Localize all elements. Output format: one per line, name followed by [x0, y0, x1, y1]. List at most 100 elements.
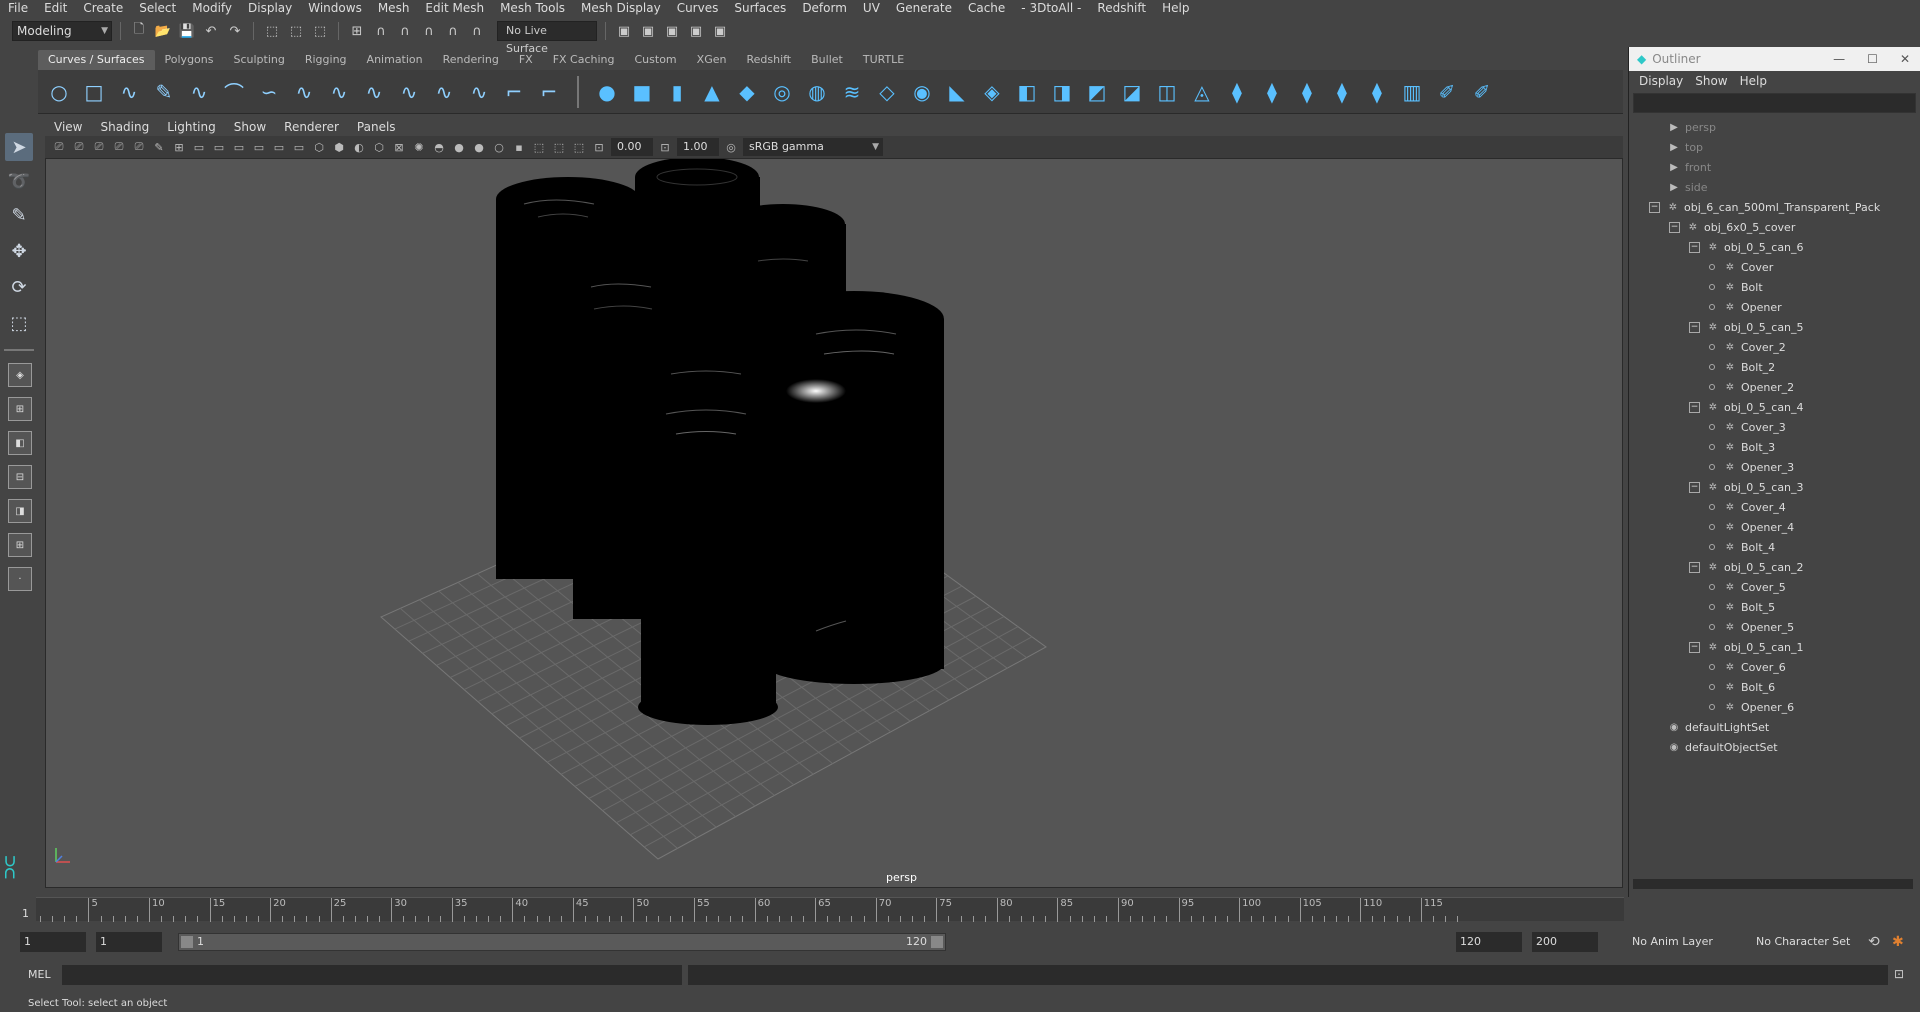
outliner-item[interactable]: ✲ Cover_3	[1629, 417, 1920, 437]
undo-icon[interactable]: ↶	[201, 21, 221, 41]
outliner-menu-show[interactable]: Show	[1689, 74, 1733, 88]
anim-layer-dropdown[interactable]: No Anim Layer	[1628, 932, 1738, 952]
boundary-icon[interactable]: ◈	[979, 79, 1005, 105]
motion-blur-icon[interactable]: ●	[471, 139, 487, 155]
nurbs-torus-icon[interactable]: ◎	[769, 79, 795, 105]
shelf-tab-animation[interactable]: Animation	[357, 50, 433, 70]
snap-point-icon[interactable]: ∩	[395, 21, 415, 41]
intersect-icon[interactable]: ◫	[1154, 79, 1180, 105]
outliner-item[interactable]: ▶ top	[1629, 137, 1920, 157]
planar-icon[interactable]: ◇	[874, 79, 900, 105]
render-current-icon[interactable]: ▣	[638, 21, 658, 41]
render-view-icon[interactable]: ▣	[686, 21, 706, 41]
nurbs-cone-icon[interactable]: ▲	[699, 79, 725, 105]
shelf-tab-polygons[interactable]: Polygons	[155, 50, 224, 70]
render-settings-icon[interactable]: ▣	[614, 21, 634, 41]
outliner-item[interactable]: ✲ Opener_6	[1629, 697, 1920, 717]
menu-edit-mesh[interactable]: Edit Mesh	[417, 0, 492, 17]
gate-mask-icon[interactable]: ▭	[231, 139, 247, 155]
nurbs-square-icon[interactable]: □	[81, 79, 107, 105]
collapse-icon[interactable]: −	[1689, 481, 1700, 493]
menu-cache[interactable]: Cache	[960, 0, 1013, 17]
film-gate-icon[interactable]: ▭	[191, 139, 207, 155]
menu-redshift[interactable]: Redshift	[1089, 0, 1154, 17]
gamma-field[interactable]: 1.00	[677, 138, 719, 156]
range-bar[interactable]: 1 120	[178, 933, 946, 951]
bevel-plus-icon[interactable]: ◨	[1049, 79, 1075, 105]
time-slider[interactable]: 1 5 10 15 20 25 30 35 40 45 50 55 60 65 70 75 80 85 90 95 1…	[0, 895, 1628, 923]
curve-editing-icon[interactable]: ⌐	[536, 79, 562, 105]
playback-end-field[interactable]: 120	[1456, 932, 1522, 952]
redo-icon[interactable]: ↷	[225, 21, 245, 41]
persp-graph-icon[interactable]: ◨	[8, 499, 32, 523]
outliner-item[interactable]: ✲ Bolt_2	[1629, 357, 1920, 377]
menu-modify[interactable]: Modify	[184, 0, 240, 17]
outliner-item[interactable]: − ✲ obj_0_5_can_1	[1629, 637, 1920, 657]
outliner-item[interactable]: ✲ Bolt_6	[1629, 677, 1920, 697]
playback-start-field[interactable]: 1	[96, 932, 162, 952]
collapse-icon[interactable]: −	[1649, 201, 1660, 213]
command-input[interactable]	[62, 965, 682, 985]
two-d-pan-icon[interactable]: ⎚	[131, 139, 147, 155]
outliner-item[interactable]: ✲ Opener_5	[1629, 617, 1920, 637]
outliner-item[interactable]: − ✲ obj_0_5_can_4	[1629, 397, 1920, 417]
trim-tool-icon[interactable]: ◬	[1189, 79, 1215, 105]
more-layouts-icon[interactable]: ·	[8, 567, 32, 591]
safe-action-icon[interactable]: ▭	[271, 139, 287, 155]
panel-menu-lighting[interactable]: Lighting	[158, 118, 225, 136]
curve-tool-icon[interactable]: ∽	[256, 79, 282, 105]
sculpt-geometry-icon[interactable]: ✐	[1434, 79, 1460, 105]
command-language-label[interactable]: MEL	[28, 968, 51, 981]
nurbs-plane-icon[interactable]: ◆	[734, 79, 760, 105]
mode-selector[interactable]: Modeling ▼	[12, 21, 112, 41]
outliner-item[interactable]: ◉ defaultObjectSet	[1629, 737, 1920, 757]
detach-surfaces-icon[interactable]: ⧫	[1294, 79, 1320, 105]
gamma-icon[interactable]: ⊡	[657, 139, 673, 155]
menu-select[interactable]: Select	[131, 0, 184, 17]
field-chart-icon[interactable]: ▭	[251, 139, 267, 155]
shelf-tab-xgen[interactable]: XGen	[687, 50, 737, 70]
ipr-render-icon[interactable]: ▣	[662, 21, 682, 41]
duplicate-surface-icon[interactable]: ◩	[1084, 79, 1110, 105]
square-surface-icon[interactable]: ◧	[1014, 79, 1040, 105]
detach-curves-icon[interactable]: ∿	[326, 79, 352, 105]
outliner-item[interactable]: ✲ Cover_6	[1629, 657, 1920, 677]
grid-toggle-icon[interactable]: ⊞	[171, 139, 187, 155]
outliner-item[interactable]: − ✲ obj_0_5_can_2	[1629, 557, 1920, 577]
insert-isoparms-icon[interactable]: ⧫	[1364, 79, 1390, 105]
outliner-item[interactable]: ✲ Cover	[1629, 257, 1920, 277]
menu-create[interactable]: Create	[75, 0, 131, 17]
collapse-icon[interactable]: −	[1689, 241, 1700, 253]
select-hierarchy-icon[interactable]: ⬚	[262, 21, 282, 41]
dof-icon[interactable]: ▪	[511, 139, 527, 155]
outliner-item[interactable]: ✲ Bolt_3	[1629, 437, 1920, 457]
snap-live-icon[interactable]: ∩	[467, 21, 487, 41]
script-editor-icon[interactable]: ⊡	[1894, 967, 1904, 981]
extend-curve-icon[interactable]: ∿	[396, 79, 422, 105]
maximize-icon[interactable]: ☐	[1867, 52, 1878, 66]
open-scene-icon[interactable]: 📂	[153, 21, 173, 41]
collapse-icon[interactable]: −	[1689, 641, 1700, 653]
outliner-search-input[interactable]	[1633, 93, 1916, 113]
isolate-select-icon[interactable]: ⬚	[531, 139, 547, 155]
resolution-gate-icon[interactable]: ▭	[211, 139, 227, 155]
exposure-icon[interactable]: ⊡	[591, 139, 607, 155]
project-curve-icon[interactable]: ◪	[1119, 79, 1145, 105]
four-pane-icon[interactable]: ⊞	[8, 397, 32, 421]
start-time-field[interactable]: 1	[20, 932, 86, 952]
outliner-item[interactable]: ✲ Bolt	[1629, 277, 1920, 297]
extrude-icon[interactable]: ◉	[909, 79, 935, 105]
shelf-tab-rigging[interactable]: Rigging	[295, 50, 357, 70]
bookmark-icon[interactable]: ⎚	[91, 139, 107, 155]
xray-joints-icon[interactable]: ⬚	[551, 139, 567, 155]
single-pane-icon[interactable]: ◈	[8, 363, 32, 387]
outliner-item[interactable]: ✲ Cover_2	[1629, 337, 1920, 357]
menu-3dtoall[interactable]: - 3DtoAll -	[1013, 0, 1089, 17]
outliner-item[interactable]: ✲ Opener	[1629, 297, 1920, 317]
pencil-curve-icon[interactable]: ✎	[151, 79, 177, 105]
paint-select-icon[interactable]: ✎	[5, 201, 33, 229]
add-points-icon[interactable]: ⌐	[501, 79, 527, 105]
outliner-menu-help[interactable]: Help	[1734, 74, 1773, 88]
outliner-item[interactable]: ▶ side	[1629, 177, 1920, 197]
cv-curve-icon[interactable]: ∿	[116, 79, 142, 105]
